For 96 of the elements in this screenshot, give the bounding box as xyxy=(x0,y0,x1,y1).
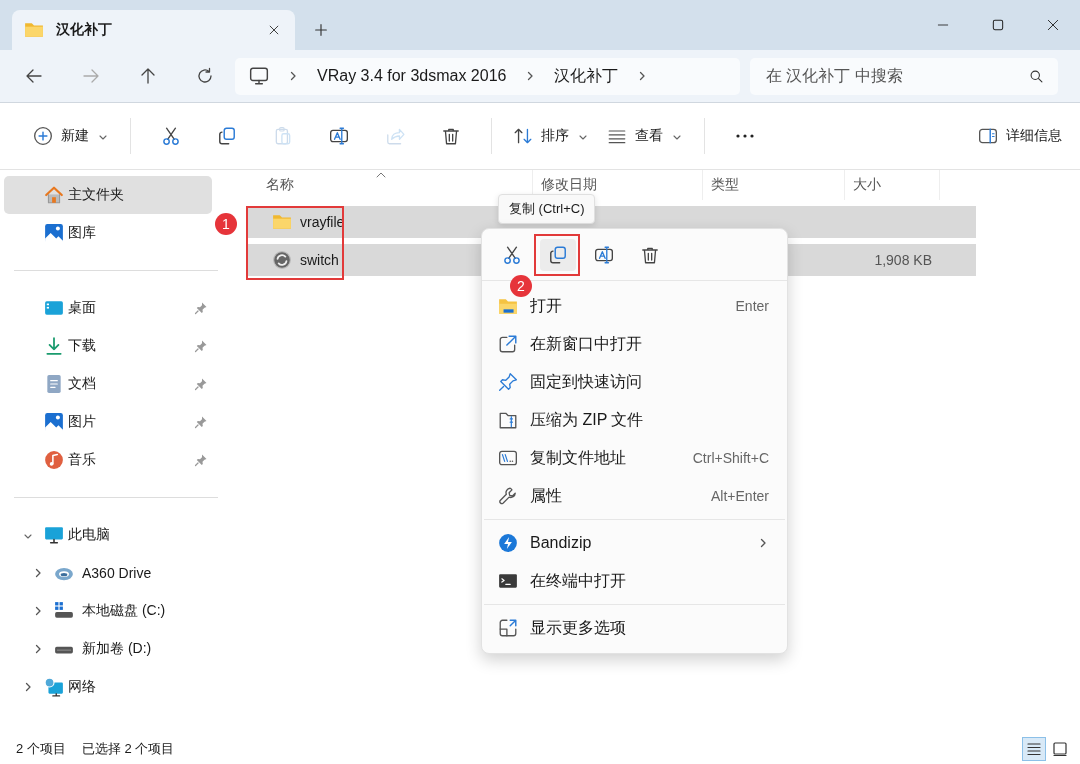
pin-icon xyxy=(194,339,208,353)
download-icon xyxy=(44,336,64,356)
tile-view-icon xyxy=(1051,740,1069,758)
sidebar-item[interactable]: 图片 xyxy=(4,403,212,441)
column-header[interactable]: 修改日期 xyxy=(541,176,597,194)
sidebar-item[interactable]: 图库 xyxy=(4,214,212,252)
add-icon xyxy=(33,126,53,146)
rename-icon xyxy=(594,244,614,265)
sidebar-item[interactable]: 此电脑 xyxy=(4,516,212,554)
list-view-icon xyxy=(1025,740,1043,758)
picture-icon xyxy=(44,412,64,432)
new-button[interactable]: 新建 xyxy=(24,118,118,154)
sidebar-item[interactable]: 新加卷 (D:) xyxy=(4,630,212,668)
address-bar[interactable]: VRay 3.4 for 3dsmax 2016 汉化补丁 xyxy=(235,57,740,95)
menu-item[interactable]: 在新窗口中打开 xyxy=(482,325,787,363)
menu-item[interactable]: 固定到快速访问 xyxy=(482,363,787,401)
menu-item[interactable]: Bandizip xyxy=(482,524,787,562)
sidebar-item[interactable]: A360 Drive xyxy=(4,554,212,592)
copy-icon xyxy=(217,126,237,146)
folder-icon xyxy=(24,20,44,40)
sidebar-item[interactable]: 网络 xyxy=(4,668,212,706)
refresh-icon[interactable] xyxy=(195,67,214,85)
rename-icon xyxy=(329,126,349,146)
pin-icon xyxy=(194,415,208,429)
wrench-icon xyxy=(498,486,518,506)
picture-icon xyxy=(44,223,64,243)
close-icon[interactable] xyxy=(267,23,281,37)
music-icon xyxy=(44,450,64,470)
step-badge: 2 xyxy=(510,275,532,297)
status-text: 2 个项目 xyxy=(16,740,66,758)
file-name: switch xyxy=(300,252,339,268)
monitor-icon xyxy=(249,66,269,86)
back-icon[interactable] xyxy=(24,67,43,85)
menu-item[interactable]: 压缩为 ZIP 文件 xyxy=(482,401,787,439)
menu-item[interactable]: 复制文件地址 Ctrl+Shift+C xyxy=(482,439,787,477)
menu-item[interactable]: 属性 Alt+Enter xyxy=(482,477,787,515)
desktop-icon xyxy=(44,298,64,318)
terminal-icon xyxy=(498,571,518,591)
sidebar-item[interactable]: 音乐 xyxy=(4,441,212,479)
sort-icon xyxy=(513,126,533,146)
close-icon[interactable] xyxy=(1045,18,1060,32)
home-icon xyxy=(44,185,64,205)
view-button[interactable]: 查看 xyxy=(598,118,692,154)
shortcut-text: Alt+Enter xyxy=(711,488,769,504)
paste-icon xyxy=(273,126,293,146)
bandizip-icon xyxy=(498,533,518,553)
column-header[interactable]: 名称 xyxy=(266,176,294,194)
network-icon xyxy=(44,677,64,697)
sidebar-item[interactable]: 主文件夹 xyxy=(4,176,212,214)
sort-up-icon xyxy=(375,170,387,180)
share-icon xyxy=(385,126,405,146)
path-icon xyxy=(498,448,518,468)
document-icon xyxy=(44,374,64,394)
folder-icon xyxy=(272,212,292,232)
column-header[interactable]: 大小 xyxy=(853,176,881,194)
pin-icon xyxy=(194,453,208,467)
column-header[interactable]: 类型 xyxy=(711,176,739,194)
folder-icon xyxy=(498,296,518,316)
pin-icon xyxy=(194,301,208,315)
details-button[interactable]: 详细信息 xyxy=(972,125,1068,147)
file-size: 1,908 KB xyxy=(874,252,932,268)
sidebar-item[interactable]: 桌面 xyxy=(4,289,212,327)
shortcut-text: Ctrl+Shift+C xyxy=(692,450,769,466)
file-name: vrayfile xyxy=(300,214,345,230)
delete-icon xyxy=(441,126,461,146)
tooltip: 复制 (Ctrl+C) xyxy=(498,194,596,224)
app-icon xyxy=(272,250,292,270)
step-badge: 1 xyxy=(215,213,237,235)
search-icon xyxy=(1029,68,1044,84)
tab[interactable]: 汉化补丁 xyxy=(12,10,295,50)
menu-item[interactable]: 在终端中打开 xyxy=(482,562,787,600)
sidebar-item[interactable]: 文档 xyxy=(4,365,212,403)
search-field[interactable]: 在 汉化补丁 中搜索 xyxy=(750,57,1058,95)
maximize-icon[interactable] xyxy=(990,18,1005,32)
menu-item[interactable]: 显示更多选项 xyxy=(482,609,787,647)
cut-icon xyxy=(502,244,522,265)
pin-icon xyxy=(498,372,518,392)
copy-icon xyxy=(548,244,568,265)
sidebar-item[interactable]: 本地磁盘 (C:) xyxy=(4,592,212,630)
add-icon[interactable] xyxy=(313,22,329,38)
details-view-button[interactable] xyxy=(1022,737,1046,761)
drive-icon xyxy=(54,601,74,621)
expand-icon xyxy=(498,618,518,638)
zip-folder-icon xyxy=(498,410,518,430)
details-pane-icon xyxy=(978,126,998,146)
cut-icon xyxy=(161,126,181,146)
sort-button[interactable]: 排序 xyxy=(504,118,598,154)
more-icon xyxy=(735,134,755,138)
monitor-icon xyxy=(44,525,64,545)
sidebar-item[interactable]: 下载 xyxy=(4,327,212,365)
highlight-frame xyxy=(534,234,580,276)
shortcut-text: Enter xyxy=(735,298,769,314)
pin-icon xyxy=(194,377,208,391)
copy-button[interactable] xyxy=(540,238,576,271)
external-link-icon xyxy=(498,334,518,354)
status-text: 已选择 2 个项目 xyxy=(81,740,175,758)
